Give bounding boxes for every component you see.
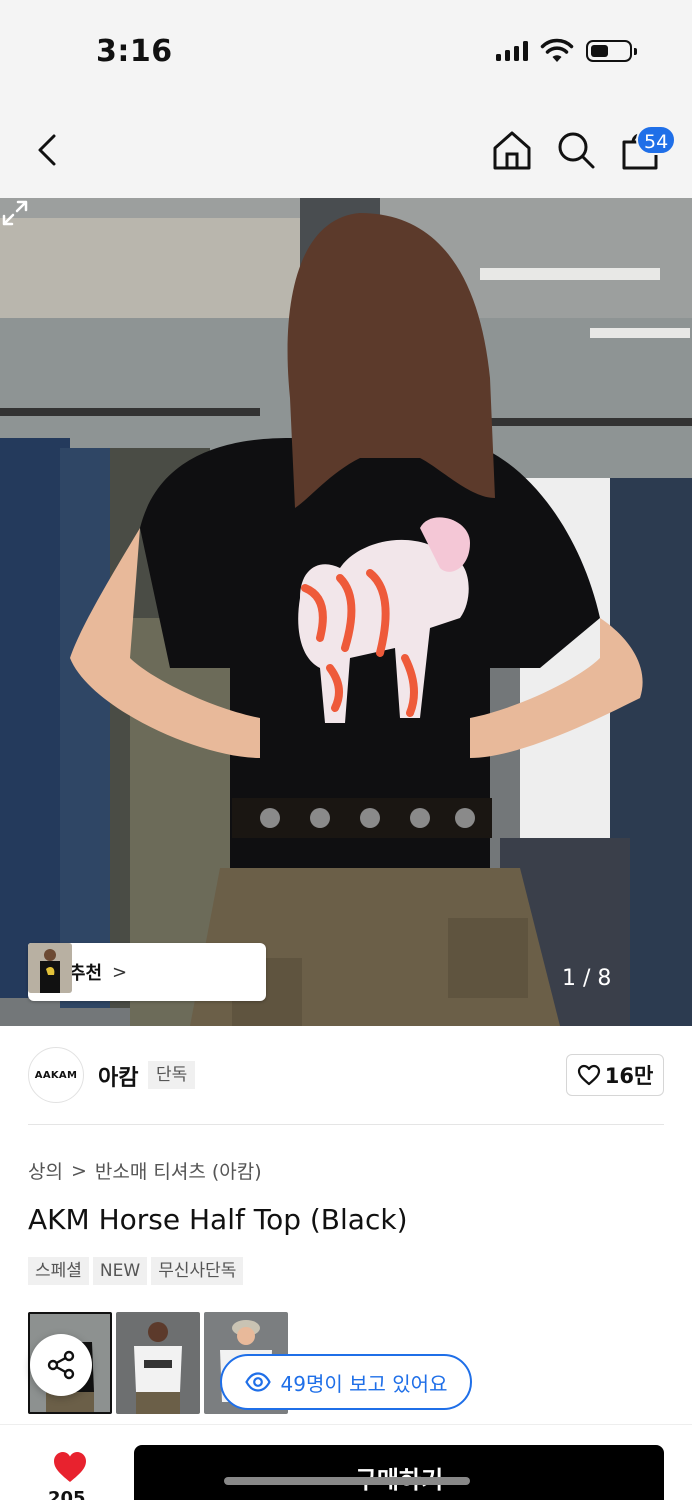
status-time: 3:16: [96, 34, 173, 69]
nav-bar: [0, 100, 692, 198]
home-icon[interactable]: [490, 128, 534, 172]
exclusive-badge: 단독: [148, 1061, 196, 1089]
wifi-icon: [540, 38, 574, 62]
cellular-signal-icon: [496, 41, 528, 61]
product-title: AKM Horse Half Top (Black): [28, 1203, 408, 1236]
ai-recommend-card[interactable]: AI 추천 >: [28, 943, 266, 1001]
heart-outline-icon: [577, 1064, 600, 1086]
ai-thumbnail-3: [28, 943, 72, 993]
product-hero-image[interactable]: AI 추천 > 1 / 8: [0, 198, 692, 1026]
back-icon[interactable]: [26, 128, 70, 172]
product-tags: 스페셜 NEW 무신사단독: [28, 1257, 244, 1285]
image-page-counter: 1 / 8: [562, 966, 612, 991]
breadcrumb-item-category[interactable]: 상의: [28, 1157, 63, 1184]
breadcrumb-item-subcategory[interactable]: 반소매 티셔츠 (아캄): [95, 1157, 262, 1184]
share-button[interactable]: [30, 1334, 92, 1396]
viewers-indicator: 49명이 보고 있어요: [220, 1354, 472, 1410]
brand-logo[interactable]: AAKAM: [28, 1047, 84, 1103]
tag-musinsa-exclusive: 무신사단독: [151, 1257, 244, 1285]
viewers-text: 49명이 보고 있어요: [280, 1371, 448, 1396]
share-icon: [47, 1350, 75, 1380]
buy-button[interactable]: 구매하기: [134, 1445, 664, 1500]
brand-like-count: 16만: [604, 1064, 654, 1088]
battery-icon: [586, 40, 637, 62]
home-indicator: [224, 1477, 470, 1485]
product-photo: [0, 198, 692, 1026]
brand-like-button[interactable]: 16만: [566, 1054, 664, 1096]
brand-name[interactable]: 아캄: [98, 1060, 138, 1092]
status-bar: 3:16: [0, 0, 692, 100]
section-divider: [28, 1124, 664, 1125]
product-like-count: 205: [48, 1488, 86, 1500]
gallery-thumbnail[interactable]: [116, 1312, 200, 1414]
breadcrumb-separator: >: [70, 1159, 87, 1182]
breadcrumb: 상의 > 반소매 티셔츠 (아캄): [28, 1157, 262, 1184]
tag-new: NEW: [92, 1257, 148, 1285]
chevron-right-icon: >: [112, 961, 128, 983]
tag-special: 스페셜: [28, 1257, 89, 1285]
expand-icon[interactable]: [0, 198, 30, 228]
eye-icon: [244, 1372, 271, 1392]
heart-filled-icon[interactable]: [52, 1450, 88, 1484]
search-icon[interactable]: [554, 128, 598, 172]
cart-count-badge: 54: [636, 125, 677, 155]
